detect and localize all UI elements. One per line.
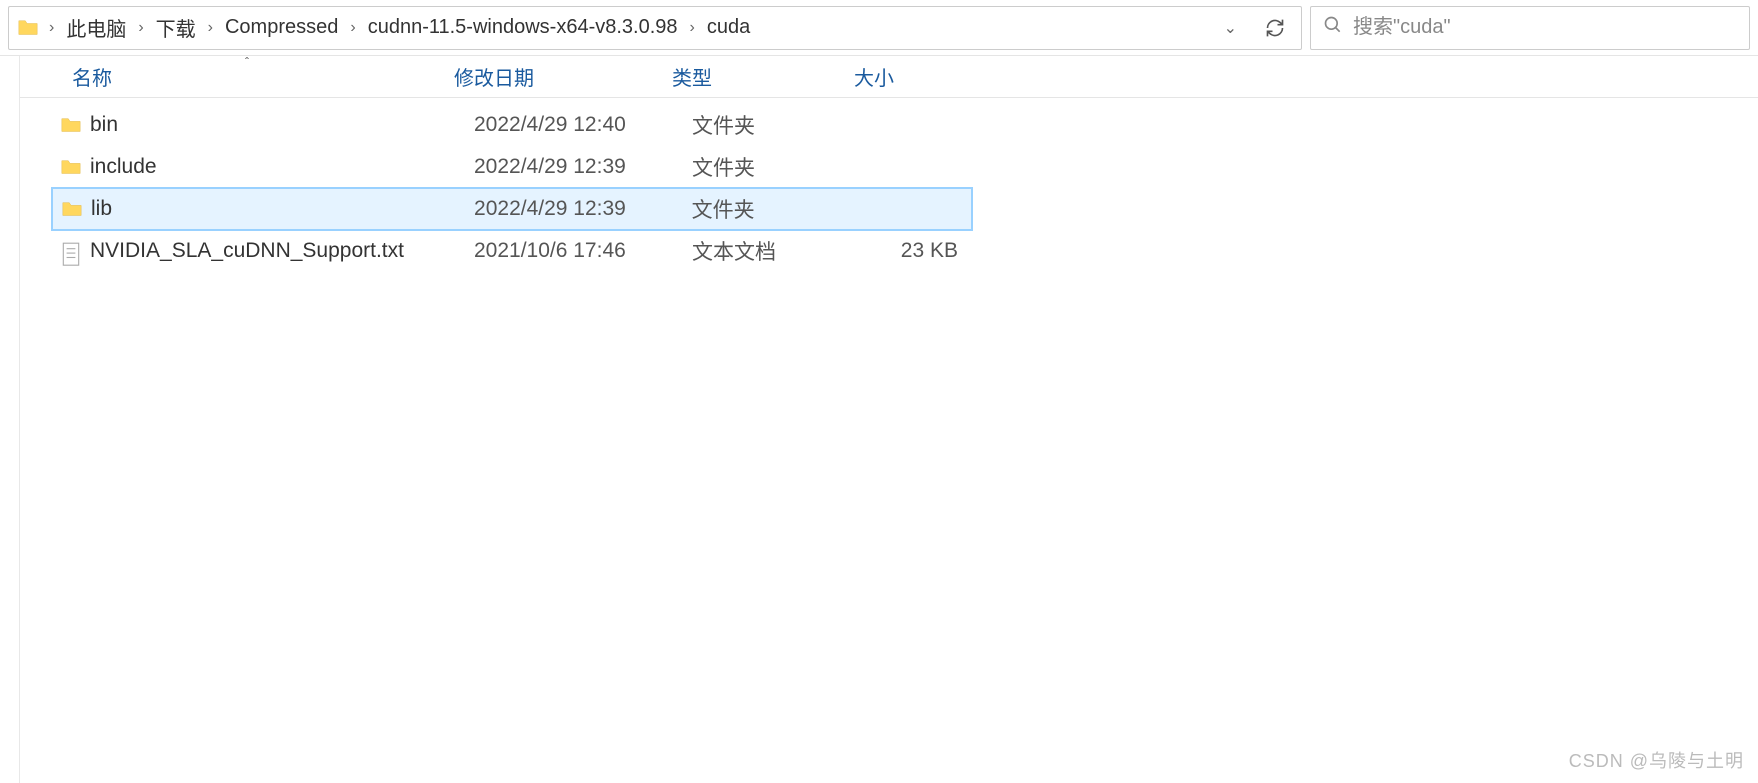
file-row[interactable]: bin 2022/4/29 12:40文件夹 [52, 104, 972, 146]
file-size: 23 KB [860, 239, 972, 263]
file-date: 2022/4/29 12:39 [460, 155, 678, 179]
file-row[interactable]: NVIDIA_SLA_cuDNN_Support.txt 2021/10/6 17… [52, 230, 972, 272]
main-area: ˆ 名称 修改日期 类型 大小 bin2022/4/29 12:40文件夹inc… [0, 56, 1758, 783]
file-row[interactable]: lib 2022/4/29 12:39文件夹 [52, 188, 972, 230]
refresh-button[interactable] [1257, 10, 1293, 46]
file-name: NVIDIA_SLA_cuDNN_Support.txt [90, 239, 404, 263]
sort-indicator-icon: ˆ [245, 55, 249, 69]
search-input[interactable] [1353, 16, 1737, 39]
column-header-size[interactable]: 大小 [840, 56, 958, 97]
file-name: include [90, 155, 157, 179]
file-date: 2022/4/29 12:40 [460, 113, 678, 137]
file-date: 2022/4/29 12:39 [460, 197, 678, 221]
chevron-right-icon[interactable]: › [45, 19, 58, 37]
folder-icon [17, 18, 39, 38]
file-list: bin2022/4/29 12:40文件夹include2022/4/29 12… [20, 98, 1758, 272]
breadcrumb-item[interactable]: 下载 [150, 9, 202, 46]
file-type: 文件夹 [678, 110, 860, 140]
text-file-icon [60, 241, 82, 261]
search-icon [1323, 15, 1343, 40]
file-name: bin [90, 113, 118, 137]
file-date: 2021/10/6 17:46 [460, 239, 678, 263]
column-headers: ˆ 名称 修改日期 类型 大小 [20, 56, 1758, 98]
address-bar: › 此电脑 › 下载 › Compressed › cudnn-11.5-win… [0, 0, 1758, 56]
watermark: CSDN @乌陵与土明 [1569, 747, 1744, 773]
chevron-right-icon[interactable]: › [134, 19, 147, 37]
chevron-right-icon[interactable]: › [686, 19, 699, 37]
chevron-right-icon[interactable]: › [346, 19, 359, 37]
breadcrumb[interactable]: › 此电脑 › 下载 › Compressed › cudnn-11.5-win… [8, 6, 1302, 50]
breadcrumb-item[interactable]: Compressed [219, 12, 344, 43]
column-header-date[interactable]: 修改日期 [440, 56, 658, 97]
breadcrumb-item[interactable]: 此电脑 [60, 9, 132, 46]
chevron-right-icon[interactable]: › [204, 19, 217, 37]
file-name: lib [91, 197, 112, 221]
column-header-name[interactable]: 名称 [20, 56, 440, 97]
file-type: 文本文档 [678, 236, 860, 266]
file-row[interactable]: include 2022/4/29 12:39文件夹 [52, 146, 972, 188]
folder-icon [60, 115, 82, 135]
breadcrumb-item[interactable]: cuda [701, 12, 756, 43]
search-box[interactable] [1310, 6, 1750, 50]
folder-icon [61, 199, 83, 219]
file-type: 文件夹 [678, 152, 860, 182]
breadcrumb-item[interactable]: cudnn-11.5-windows-x64-v8.3.0.98 [362, 12, 684, 43]
file-type: 文件夹 [678, 194, 860, 224]
folder-icon [60, 157, 82, 177]
file-panel: ˆ 名称 修改日期 类型 大小 bin2022/4/29 12:40文件夹inc… [20, 56, 1758, 783]
sidebar-edge [0, 56, 20, 783]
column-header-type[interactable]: 类型 [658, 56, 840, 97]
chevron-down-icon[interactable]: ⌄ [1220, 18, 1241, 38]
